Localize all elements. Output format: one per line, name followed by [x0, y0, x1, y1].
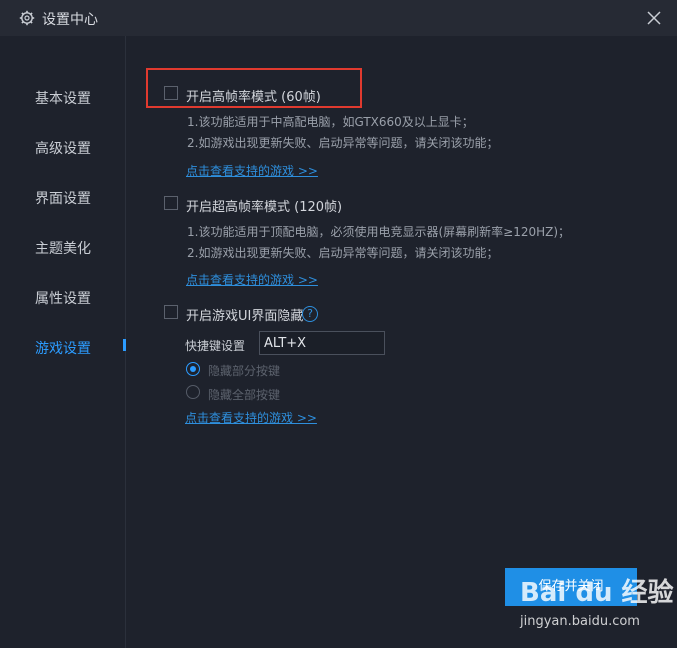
- hotkey-label: 快捷键设置: [185, 339, 246, 353]
- baidu-watermark: Bai du 经验 jingyan.baidu.com: [510, 572, 674, 638]
- close-icon[interactable]: [640, 4, 668, 32]
- ultra-fps-supported-games-link[interactable]: 点击查看支持的游戏 >>: [186, 271, 318, 288]
- hide-ui-label: 开启游戏UI界面隐藏: [186, 309, 304, 324]
- sidebar-item-theme[interactable]: 主题美化: [35, 238, 91, 258]
- high-fps-desc-1: 1.该功能适用于中高配电脑，如GTX660及以上显卡；: [187, 115, 474, 129]
- hide-partial-keys-label: 隐藏部分按键: [208, 364, 281, 378]
- help-icon[interactable]: ?: [302, 306, 318, 322]
- active-tab-indicator: [123, 339, 126, 351]
- sidebar-item-basic[interactable]: 基本设置: [35, 88, 91, 108]
- gear-icon: [19, 10, 35, 26]
- ultra-fps-checkbox[interactable]: [164, 196, 178, 210]
- sidebar-item-game[interactable]: 游戏设置: [35, 338, 91, 358]
- window-title: 设置中心: [42, 12, 98, 28]
- ultra-fps-desc-1: 1.该功能适用于顶配电脑，必须使用电竞显示器(屏幕刷新率≥120HZ)；: [187, 225, 571, 239]
- high-fps-desc-2: 2.如游戏出现更新失败、启动异常等问题，请关闭该功能；: [187, 136, 499, 150]
- hide-ui-checkbox[interactable]: [164, 305, 178, 319]
- hide-partial-keys-radio[interactable]: [186, 362, 200, 376]
- title-bar: 设置中心: [0, 0, 677, 36]
- high-fps-checkbox[interactable]: [164, 86, 178, 100]
- high-fps-supported-games-link[interactable]: 点击查看支持的游戏 >>: [186, 162, 318, 179]
- watermark-brand: Bai du 经验: [520, 578, 674, 608]
- hotkey-input[interactable]: [259, 331, 385, 355]
- watermark-url: jingyan.baidu.com: [520, 614, 640, 629]
- high-fps-label: 开启高帧率模式 (60帧): [186, 90, 321, 105]
- sidebar-item-advanced[interactable]: 高级设置: [35, 138, 91, 158]
- sidebar-item-properties[interactable]: 属性设置: [35, 288, 91, 308]
- ultra-fps-desc-2: 2.如游戏出现更新失败、启动异常等问题，请关闭该功能；: [187, 246, 499, 260]
- hide-all-keys-label: 隐藏全部按键: [208, 388, 281, 402]
- ultra-fps-label: 开启超高帧率模式 (120帧): [186, 200, 343, 215]
- sidebar-item-interface[interactable]: 界面设置: [35, 188, 91, 208]
- hide-ui-supported-games-link[interactable]: 点击查看支持的游戏 >>: [185, 409, 317, 426]
- hide-all-keys-radio[interactable]: [186, 385, 200, 399]
